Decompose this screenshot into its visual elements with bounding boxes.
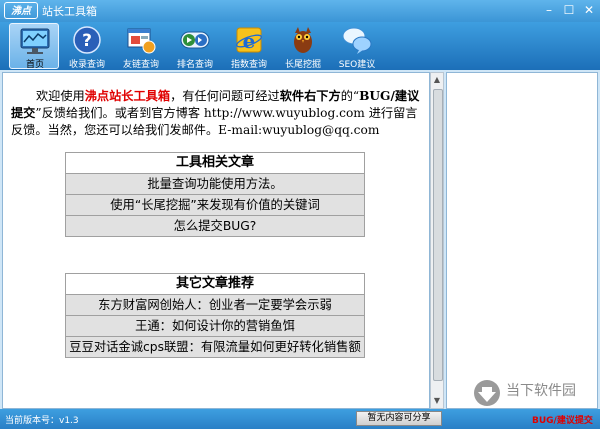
tab-rank-query[interactable]: 排名查询 [170, 23, 220, 70]
app-title: 站长工具箱 [42, 5, 97, 18]
tab-longtail-mining[interactable]: 长尾挖掘 [278, 23, 328, 70]
article-link[interactable]: 怎么提交BUG? [65, 215, 365, 237]
svg-text:?: ? [82, 31, 92, 51]
article-link[interactable]: 东方财富网创始人：创业者一定要学会示弱 [65, 294, 365, 316]
article-link[interactable]: 使用“长尾挖掘”来发现有价值的关键词 [65, 194, 365, 216]
other-articles-heading: 其它文章推荐 [65, 273, 365, 295]
vertical-scrollbar[interactable]: ▲ ▼ [430, 72, 444, 409]
tab-home-label: 首页 [25, 60, 44, 70]
tab-friendlink-query[interactable]: 友链查询 [116, 23, 166, 70]
watermark-text: 当下软件园 [506, 383, 576, 399]
tab-friendlink-query-label: 友链查询 [122, 60, 159, 70]
monitor-icon [20, 28, 50, 54]
browser-window-icon [127, 28, 156, 54]
close-button[interactable]: ✕ [580, 2, 598, 18]
article-link[interactable]: 批量查询功能使用方法。 [65, 173, 365, 195]
tab-index-number-query[interactable]: e 指数查询 [224, 23, 274, 70]
watermark: 当下软件园 [472, 378, 596, 408]
tab-home[interactable]: 首页 [9, 23, 59, 70]
tab-index-query-label: 收录查询 [68, 60, 105, 70]
version-label: 当前版本号：v1.3 [5, 416, 79, 426]
other-articles-table: 其它文章推荐 东方财富网创始人：创业者一定要学会示弱 王通：如何设计你的营销鱼饵… [65, 273, 365, 358]
ie-icon: e [236, 27, 262, 53]
title-bar: 沸点 站长工具箱 – ☐ ✕ [0, 0, 600, 22]
scroll-down-icon[interactable]: ▼ [431, 394, 443, 408]
app-logo: 沸点 [4, 2, 38, 19]
bug-report-link[interactable]: BUG/建议提交 [532, 413, 593, 426]
chat-bubbles-icon [342, 27, 372, 54]
scroll-up-icon[interactable]: ▲ [431, 73, 443, 87]
tab-index-number-query-label: 指数查询 [230, 60, 267, 70]
tab-index-query[interactable]: ? 收录查询 [62, 23, 112, 70]
svg-text:e: e [243, 29, 256, 53]
play-forward-icon [180, 31, 210, 49]
brand-name: 沸点站长工具箱 [84, 89, 171, 103]
tool-articles-table: 工具相关文章 批量查询功能使用方法。 使用“长尾挖掘”来发现有价值的关键词 怎么… [65, 152, 365, 237]
tab-seo-advice-label: SEO建议 [338, 60, 376, 70]
scroll-thumb[interactable] [433, 89, 443, 381]
share-button[interactable]: 暂无内容可分享 [356, 411, 442, 426]
main-toolbar: 首页 ? 收录查询 友链查询 排名查询 e 指数查询 长尾挖掘 SEO建议 [0, 22, 600, 70]
help-icon: ? [73, 26, 101, 54]
side-panel [446, 72, 598, 409]
tab-longtail-mining-label: 长尾挖掘 [284, 60, 321, 70]
article-link[interactable]: 豆豆对话金诚cps联盟：有限流量如何更好转化销售额 [65, 336, 365, 358]
tool-articles-heading: 工具相关文章 [65, 152, 365, 174]
maximize-button[interactable]: ☐ [560, 2, 578, 18]
status-bar: 当前版本号：v1.3 暂无内容可分享 BUG/建议提交 [0, 409, 600, 429]
owl-icon [294, 27, 312, 53]
main-content: 欢迎使用沸点站长工具箱，有任何问题可经过软件右下方的“BUG/建议提交”反馈给我… [2, 72, 430, 409]
welcome-text: 欢迎使用沸点站长工具箱，有任何问题可经过软件右下方的“BUG/建议提交”反馈给我… [11, 89, 420, 137]
minimize-button[interactable]: – [540, 2, 558, 18]
tab-rank-query-label: 排名查询 [176, 60, 213, 70]
tab-seo-advice[interactable]: SEO建议 [332, 23, 382, 70]
download-arrow-icon [474, 380, 500, 406]
article-link[interactable]: 王通：如何设计你的营销鱼饵 [65, 315, 365, 337]
